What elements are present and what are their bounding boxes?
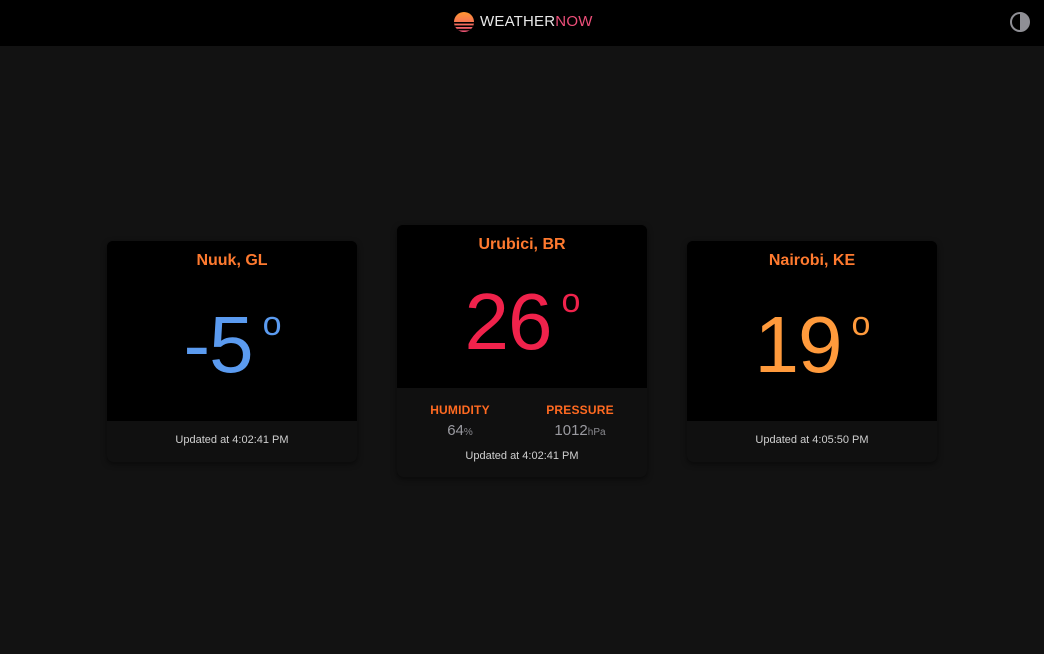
card-details: HUMIDITY 64% PRESSURE 1012hPa Updated at… bbox=[397, 388, 647, 477]
updated-timestamp: Updated at 4:02:41 PM bbox=[175, 434, 289, 446]
brand-name: WEATHERNOW bbox=[480, 11, 593, 33]
humidity-value-row: 64% bbox=[405, 422, 515, 439]
temperature-value: 19 bbox=[754, 300, 843, 389]
city-name: Nuuk, GL bbox=[196, 252, 268, 269]
theme-toggle-button[interactable] bbox=[1009, 11, 1031, 33]
pressure-value-row: 1012hPa bbox=[525, 422, 635, 439]
pressure-stat: PRESSURE 1012hPa bbox=[525, 403, 635, 439]
temperature: 26 o bbox=[397, 282, 647, 362]
brand-name-weather: WEATHER bbox=[480, 13, 556, 30]
weather-card-urubici[interactable]: Urubici, BR 26 o HUMIDITY 64% PRESSURE 10… bbox=[397, 225, 647, 477]
brand-name-now: NOW bbox=[555, 13, 593, 30]
degree-symbol: o bbox=[851, 305, 871, 343]
degree-symbol: o bbox=[262, 305, 282, 343]
temperature-value: -5 bbox=[183, 300, 253, 389]
card-main: Nairobi, KE 19 o bbox=[687, 241, 937, 421]
top-navigation-bar: WEATHERNOW bbox=[0, 0, 1044, 46]
degree-symbol: o bbox=[561, 282, 581, 320]
pressure-label: PRESSURE bbox=[546, 403, 614, 417]
updated-timestamp: Updated at 4:05:50 PM bbox=[755, 434, 869, 446]
sunset-logo-icon bbox=[454, 12, 474, 32]
card-footer: Updated at 4:05:50 PM bbox=[687, 421, 937, 462]
pressure-value: 1012 bbox=[554, 422, 588, 439]
city-name: Urubici, BR bbox=[478, 236, 566, 253]
brand[interactable]: WEATHERNOW bbox=[453, 11, 593, 33]
card-main: Urubici, BR 26 o bbox=[397, 225, 647, 388]
pressure-unit: hPa bbox=[587, 427, 606, 438]
weather-card-nairobi[interactable]: Nairobi, KE 19 o Updated at 4:05:50 PM bbox=[687, 241, 937, 462]
city-name: Nairobi, KE bbox=[768, 252, 856, 269]
temperature: -5 o bbox=[107, 305, 357, 385]
humidity-unit: % bbox=[463, 427, 473, 438]
humidity-stat: HUMIDITY 64% bbox=[405, 403, 515, 439]
humidity-value: 64 bbox=[447, 422, 464, 439]
card-footer: Updated at 4:02:41 PM bbox=[107, 421, 357, 462]
contrast-toggle-icon bbox=[1010, 12, 1030, 32]
temperature-value: 26 bbox=[464, 277, 553, 366]
card-main: Nuuk, GL -5 o bbox=[107, 241, 357, 421]
temperature: 19 o bbox=[687, 305, 937, 385]
weather-card-nuuk[interactable]: Nuuk, GL -5 o Updated at 4:02:41 PM bbox=[107, 241, 357, 462]
humidity-label: HUMIDITY bbox=[430, 403, 490, 417]
updated-timestamp: Updated at 4:02:41 PM bbox=[465, 450, 579, 462]
